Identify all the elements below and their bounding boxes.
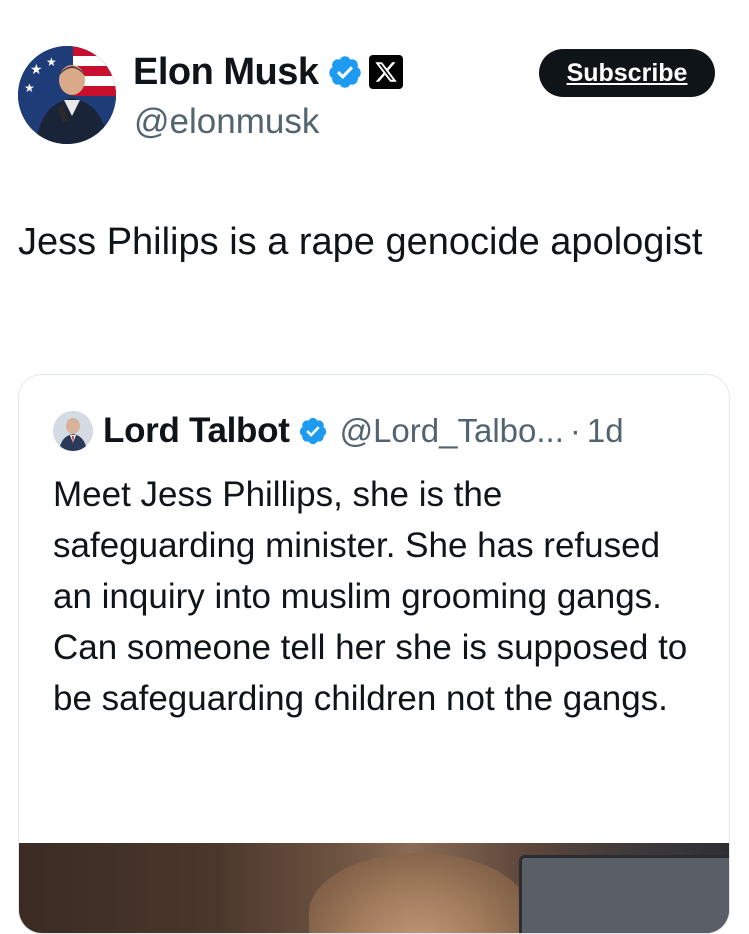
author-name-text[interactable]: Elon Musk [133, 50, 319, 94]
author-name[interactable]: Elon Musk [133, 50, 403, 94]
media-person-hair [309, 853, 529, 933]
quoted-author-name[interactable]: Lord Talbot [103, 411, 290, 451]
quoted-separator: · [569, 412, 581, 449]
quoted-timestamp[interactable]: 1d [587, 412, 624, 450]
quoted-author-handle[interactable]: @Lord_Talbo... [340, 412, 564, 450]
quoted-post[interactable]: Lord Talbot @Lord_Talbo... · 1d Meet Jes… [18, 374, 730, 934]
subscribe-button[interactable]: Subscribe [539, 49, 715, 97]
quoted-post-header: Lord Talbot @Lord_Talbo... · 1d [53, 409, 624, 453]
post: ★ ★ ★ Elon Musk @elonmusk Subscribe Jess… [0, 0, 749, 934]
quoted-author-avatar[interactable] [53, 411, 93, 451]
author-handle[interactable]: @elonmusk [134, 100, 319, 144]
verified-badge-icon[interactable] [327, 54, 363, 90]
x-logo-icon [368, 55, 403, 89]
svg-text:★: ★ [46, 55, 57, 69]
quoted-post-text: Meet Jess Phillips, she is the safeguard… [53, 475, 688, 718]
quoted-verified-badge-icon[interactable] [298, 416, 328, 446]
author-avatar[interactable]: ★ ★ ★ [18, 46, 116, 144]
post-text: Jess Philips is a rape genocide apologis… [18, 221, 703, 263]
svg-text:★: ★ [30, 62, 43, 78]
quoted-media-image[interactable] [19, 843, 729, 933]
svg-text:★: ★ [24, 81, 35, 95]
media-background-screen [519, 855, 729, 933]
